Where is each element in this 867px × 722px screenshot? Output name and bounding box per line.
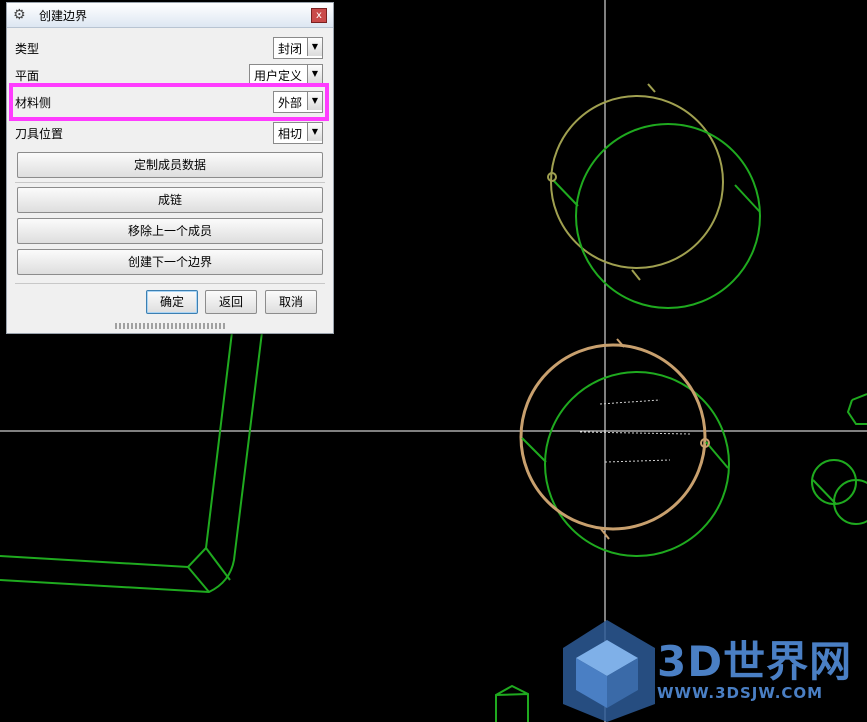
- tick-mark: [631, 269, 641, 281]
- tangent-line: [812, 479, 837, 505]
- chain-button[interactable]: 成链: [17, 187, 323, 213]
- edge-geometry: [846, 393, 867, 425]
- divider: [15, 283, 325, 284]
- tangent-line: [705, 441, 729, 469]
- type-label: 类型: [15, 42, 40, 56]
- cancel-button[interactable]: 取消: [265, 290, 317, 314]
- tangent-line: [552, 179, 579, 207]
- row-type: 类型 封闭 ▼: [7, 35, 333, 61]
- edge-geometry: [495, 684, 529, 722]
- watermark-url: WWW.3DSJW.COM: [657, 684, 824, 702]
- back-button[interactable]: 返回: [205, 290, 257, 314]
- plane-label: 平面: [15, 69, 40, 83]
- divider: [15, 182, 325, 183]
- row-tool-position: 刀具位置 相切 ▼: [7, 120, 333, 146]
- remove-last-member-button[interactable]: 移除上一个成员: [17, 218, 323, 244]
- type-select[interactable]: 封闭 ▼: [273, 37, 323, 59]
- plane-value: 用户定义: [254, 69, 303, 83]
- tool-position-value: 相切: [278, 127, 303, 141]
- tool-position-select[interactable]: 相切 ▼: [273, 122, 323, 144]
- resize-grip[interactable]: [115, 323, 225, 329]
- create-boundary-dialog: ⚙ 创建边界 x 类型 封闭 ▼ 平面 用户定义 ▼ 材料侧 外部 ▼ 刀具位置…: [6, 2, 334, 334]
- tick-mark: [647, 83, 656, 93]
- boundary-circle-green-upper: [575, 123, 761, 309]
- highlight-box: [9, 83, 329, 121]
- watermark-text: 3D世界网: [657, 637, 853, 686]
- type-value: 封闭: [278, 42, 303, 56]
- custom-member-data-button[interactable]: 定制成员数据: [17, 152, 323, 178]
- chevron-down-icon[interactable]: ▼: [307, 65, 322, 83]
- dialog-titlebar[interactable]: ⚙ 创建边界 x: [7, 3, 333, 28]
- boundary-circle-olive: [550, 95, 724, 269]
- create-next-boundary-button[interactable]: 创建下一个边界: [17, 249, 323, 275]
- part-profile-left: [0, 331, 263, 594]
- chevron-down-icon[interactable]: ▼: [307, 38, 322, 56]
- chevron-down-icon[interactable]: ▼: [307, 123, 322, 141]
- tool-position-label: 刀具位置: [15, 127, 64, 141]
- watermark: 3D世界网 WWW.3DSJW.COM: [565, 620, 865, 720]
- ok-button[interactable]: 确定: [146, 290, 198, 314]
- small-circle: [833, 479, 867, 525]
- dialog-title: 创建边界: [39, 9, 88, 23]
- tangent-line: [521, 437, 547, 463]
- gear-icon: ⚙: [13, 7, 26, 23]
- close-button[interactable]: x: [311, 8, 327, 23]
